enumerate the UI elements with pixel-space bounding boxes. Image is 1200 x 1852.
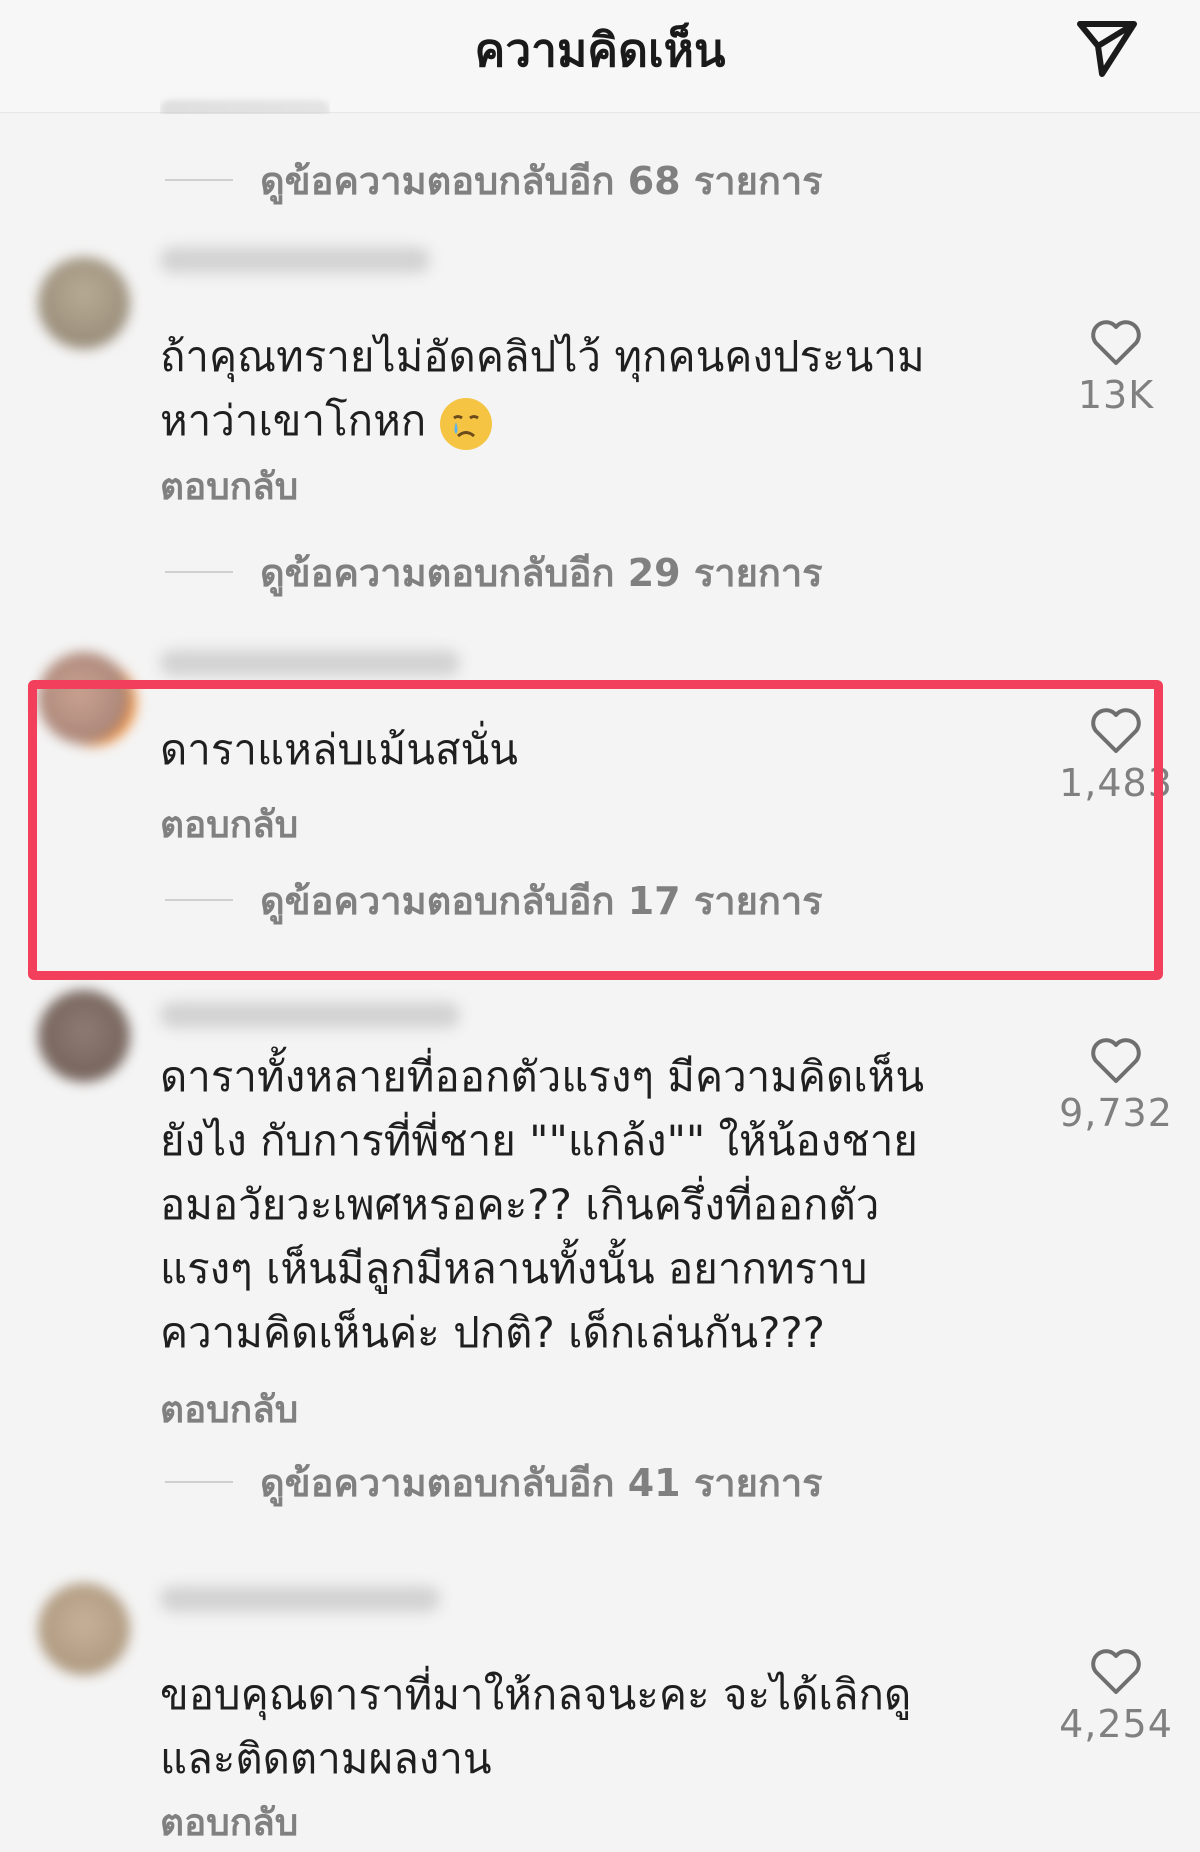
avatar[interactable] bbox=[38, 990, 130, 1082]
view-more-replies-label: ดูข้อความตอบกลับอีก 68 รายการ bbox=[260, 158, 823, 203]
view-more-replies-label: ดูข้อความตอบกลับอีก 41 รายการ bbox=[260, 1460, 823, 1505]
comment-text-line: ดาราแหล่บเม้นสนั่น bbox=[160, 725, 518, 774]
view-more-replies-link[interactable]: ดูข้อความตอบกลับอีก 68 รายการ bbox=[165, 150, 823, 210]
username-blurred[interactable] bbox=[160, 650, 460, 676]
comment-text: ดาราทั้งหลายที่ออกตัวแรงๆ มีความคิดเห็น … bbox=[160, 1045, 1020, 1365]
comment-text: ดาราแหล่บเม้นสนั่น bbox=[160, 718, 1020, 782]
like-count: 1,483 bbox=[1059, 761, 1173, 805]
view-more-replies-label: ดูข้อความตอบกลับอีก 29 รายการ bbox=[260, 550, 823, 595]
view-more-replies-link[interactable]: ดูข้อความตอบกลับอีก 29 รายการ bbox=[165, 542, 823, 602]
like-group: 1,483 bbox=[1026, 705, 1200, 805]
heart-icon[interactable] bbox=[1089, 317, 1143, 367]
crying-face-emoji-icon bbox=[440, 397, 493, 450]
heart-icon[interactable] bbox=[1089, 705, 1143, 755]
comment-text-line: ถ้าคุณทรายไม่อัดคลิปไว้ ทุกคนคงประนาม bbox=[160, 332, 925, 381]
view-more-replies-link[interactable]: ดูข้อความตอบกลับอีก 41 รายการ bbox=[165, 1452, 823, 1512]
comment-text-line: ขอบคุณดาราที่มาให้กลจนะคะ จะได้เลิกดู bbox=[160, 1670, 912, 1719]
username-blurred[interactable] bbox=[160, 247, 430, 273]
reply-button[interactable]: ตอบกลับ bbox=[160, 795, 298, 854]
divider bbox=[165, 571, 233, 573]
divider bbox=[165, 1481, 233, 1483]
reply-button[interactable]: ตอบกลับ bbox=[160, 1793, 298, 1852]
comment-text-line: หาว่าเขาโกหก bbox=[160, 389, 1020, 453]
username-blurred[interactable] bbox=[160, 1002, 460, 1028]
view-more-replies-label: ดูข้อความตอบกลับอีก 17 รายการ bbox=[260, 878, 823, 923]
reply-button[interactable]: ตอบกลับ bbox=[160, 1380, 298, 1439]
comment-text-line: ดาราทั้งหลายที่ออกตัวแรงๆ มีความคิดเห็น bbox=[160, 1052, 925, 1101]
view-more-replies-link[interactable]: ดูข้อความตอบกลับอีก 17 รายการ bbox=[165, 870, 823, 930]
heart-icon[interactable] bbox=[1089, 1646, 1143, 1696]
comment-text-line: แรงๆ เห็นมีลูกมีหลานทั้งนั้น อยากทราบ bbox=[160, 1244, 868, 1293]
comment-text: ถ้าคุณทรายไม่อัดคลิปไว้ ทุกคนคงประนาม หา… bbox=[160, 325, 1020, 453]
like-group: 4,254 bbox=[1026, 1646, 1200, 1746]
comment-text: ขอบคุณดาราที่มาให้กลจนะคะ จะได้เลิกดู แล… bbox=[160, 1663, 1020, 1791]
reply-button[interactable]: ตอบกลับ bbox=[160, 457, 298, 516]
send-icon[interactable] bbox=[1072, 12, 1142, 82]
like-count: 13K bbox=[1077, 373, 1155, 417]
like-group: 9,732 bbox=[1026, 1035, 1200, 1135]
like-group: 13K bbox=[1026, 317, 1200, 417]
like-count: 4,254 bbox=[1059, 1702, 1173, 1746]
cut-off-reply-label bbox=[160, 92, 330, 114]
comment-text-line: และติดตามผลงาน bbox=[160, 1734, 492, 1783]
heart-icon[interactable] bbox=[1089, 1035, 1143, 1085]
avatar[interactable] bbox=[38, 652, 130, 744]
avatar[interactable] bbox=[38, 257, 130, 349]
divider bbox=[165, 899, 233, 901]
avatar[interactable] bbox=[38, 1583, 130, 1675]
comment-text-line: อมอวัยวะเพศหรอคะ?? เกินครึ่งที่ออกตัว bbox=[160, 1180, 880, 1229]
username-blurred[interactable] bbox=[160, 1586, 440, 1612]
divider bbox=[165, 179, 233, 181]
page-title: ความคิดเห็น bbox=[474, 23, 726, 77]
comment-text-segment: หาว่าเขาโกหก bbox=[160, 396, 427, 445]
like-count: 9,732 bbox=[1059, 1091, 1173, 1135]
comment-text-line: ยังไง กับการที่พี่ชาย ""แกล้ง"" ให้น้องช… bbox=[160, 1116, 918, 1165]
comment-text-line: ความคิดเห็นค่ะ ปกติ? เด็กเล่นกัน??? bbox=[160, 1308, 825, 1357]
